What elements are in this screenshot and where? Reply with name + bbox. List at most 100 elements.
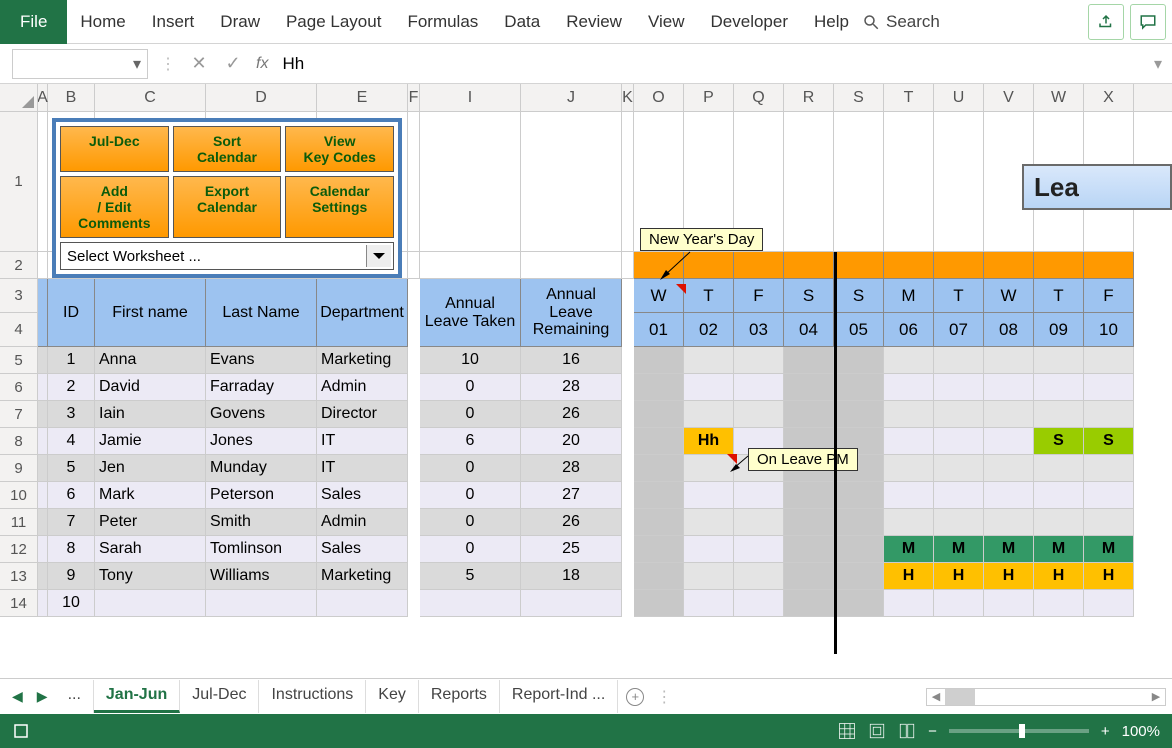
- calendar-cell[interactable]: [784, 347, 834, 374]
- cell-firstname[interactable]: [95, 590, 206, 617]
- calendar-cell[interactable]: [734, 563, 784, 590]
- col-header-W[interactable]: W: [1034, 84, 1084, 111]
- menu-tab-home[interactable]: Home: [67, 0, 138, 44]
- sheet-tab--[interactable]: ...: [56, 680, 94, 713]
- col-header-O[interactable]: O: [634, 84, 684, 111]
- cell-lastname[interactable]: Jones: [206, 428, 317, 455]
- gap[interactable]: [408, 482, 420, 509]
- cell[interactable]: [408, 112, 420, 252]
- cell-leave-remaining[interactable]: 28: [521, 455, 622, 482]
- cell-firstname[interactable]: Mark: [95, 482, 206, 509]
- row-header-13[interactable]: 13: [0, 563, 38, 590]
- cell[interactable]: [38, 428, 48, 455]
- calendar-cell[interactable]: [784, 374, 834, 401]
- cell-lastname[interactable]: Tomlinson: [206, 536, 317, 563]
- gap[interactable]: [622, 455, 634, 482]
- gap[interactable]: [408, 455, 420, 482]
- cell[interactable]: [784, 112, 834, 252]
- orange-band-cell[interactable]: [734, 252, 784, 279]
- calendar-cell[interactable]: [934, 347, 984, 374]
- calendar-cell[interactable]: [1084, 374, 1134, 401]
- hdr-firstname[interactable]: First name: [95, 279, 206, 347]
- date-hdr[interactable]: 06: [884, 313, 934, 347]
- row-header-9[interactable]: 9: [0, 455, 38, 482]
- day-hdr[interactable]: W: [984, 279, 1034, 313]
- orange-band-cell[interactable]: [834, 252, 884, 279]
- calendar-cell[interactable]: [634, 563, 684, 590]
- date-hdr[interactable]: 02: [684, 313, 734, 347]
- panel-btn-add-edit-comments[interactable]: Add/ Edit Comments: [60, 176, 169, 238]
- orange-band-cell[interactable]: [1084, 252, 1134, 279]
- calendar-cell[interactable]: [1034, 347, 1084, 374]
- calendar-cell[interactable]: S: [1034, 428, 1084, 455]
- col-header-B[interactable]: B: [48, 84, 95, 111]
- gap[interactable]: [408, 401, 420, 428]
- date-hdr[interactable]: 05: [834, 313, 884, 347]
- calendar-cell[interactable]: [734, 374, 784, 401]
- calendar-cell[interactable]: [1034, 455, 1084, 482]
- col-header-J[interactable]: J: [521, 84, 622, 111]
- calendar-cell[interactable]: [934, 401, 984, 428]
- col-header-P[interactable]: P: [684, 84, 734, 111]
- calendar-cell[interactable]: [834, 536, 884, 563]
- calendar-cell[interactable]: [1084, 455, 1134, 482]
- cell-id[interactable]: 4: [48, 428, 95, 455]
- date-hdr[interactable]: 01: [634, 313, 684, 347]
- hdr-leave-remaining[interactable]: Annual Leave Remaining: [521, 279, 622, 347]
- formula-input[interactable]: [274, 49, 1144, 79]
- row-header-1[interactable]: 1: [0, 112, 38, 252]
- date-hdr[interactable]: 04: [784, 313, 834, 347]
- menu-tab-formulas[interactable]: Formulas: [394, 0, 491, 44]
- calendar-cell[interactable]: [634, 374, 684, 401]
- calendar-cell[interactable]: [734, 401, 784, 428]
- gap[interactable]: [408, 590, 420, 617]
- cell-firstname[interactable]: Iain: [95, 401, 206, 428]
- gap[interactable]: [408, 509, 420, 536]
- calendar-cell[interactable]: M: [1034, 536, 1084, 563]
- orange-band-cell[interactable]: [1034, 252, 1084, 279]
- cell[interactable]: [420, 112, 521, 252]
- calendar-cell[interactable]: [984, 455, 1034, 482]
- cell[interactable]: [38, 455, 48, 482]
- cell-firstname[interactable]: Peter: [95, 509, 206, 536]
- gap[interactable]: [408, 374, 420, 401]
- gap[interactable]: [622, 590, 634, 617]
- cell-leave-taken[interactable]: 0: [420, 536, 521, 563]
- day-hdr[interactable]: F: [734, 279, 784, 313]
- calendar-cell[interactable]: H: [934, 563, 984, 590]
- calendar-cell[interactable]: [1084, 401, 1134, 428]
- cell-leave-taken[interactable]: 10: [420, 347, 521, 374]
- cell-lastname[interactable]: Smith: [206, 509, 317, 536]
- calendar-cell[interactable]: [1034, 590, 1084, 617]
- calendar-cell[interactable]: [784, 509, 834, 536]
- cell-leave-remaining[interactable]: 28: [521, 374, 622, 401]
- sheet-nav-prev[interactable]: ◀: [6, 688, 29, 705]
- cell-firstname[interactable]: Tony: [95, 563, 206, 590]
- calendar-cell[interactable]: [984, 428, 1034, 455]
- hdr-id[interactable]: ID: [48, 279, 95, 347]
- calendar-cell[interactable]: [984, 347, 1034, 374]
- col-header-Q[interactable]: Q: [734, 84, 784, 111]
- calendar-cell[interactable]: H: [1084, 563, 1134, 590]
- menu-tab-data[interactable]: Data: [491, 0, 553, 44]
- gap[interactable]: [408, 563, 420, 590]
- calendar-cell[interactable]: [934, 590, 984, 617]
- add-sheet-button[interactable]: +: [626, 688, 644, 706]
- col-header-F[interactable]: F: [408, 84, 420, 111]
- day-hdr[interactable]: T: [1034, 279, 1084, 313]
- row-header-10[interactable]: 10: [0, 482, 38, 509]
- zoom-slider[interactable]: [949, 729, 1089, 733]
- cell-lastname[interactable]: [206, 590, 317, 617]
- calendar-cell[interactable]: [834, 374, 884, 401]
- calendar-cell[interactable]: [634, 590, 684, 617]
- cell-firstname[interactable]: Anna: [95, 347, 206, 374]
- calendar-cell[interactable]: [634, 536, 684, 563]
- hdr-leave-taken[interactable]: Annual Leave Taken: [420, 279, 521, 347]
- calendar-cell[interactable]: [1034, 509, 1084, 536]
- horizontal-scrollbar[interactable]: ◀▶: [926, 688, 1166, 706]
- calendar-cell[interactable]: [984, 401, 1034, 428]
- calendar-cell[interactable]: [634, 401, 684, 428]
- sheet-tab-reports[interactable]: Reports: [419, 680, 500, 713]
- share-button[interactable]: [1088, 4, 1124, 40]
- calendar-cell[interactable]: [1084, 347, 1134, 374]
